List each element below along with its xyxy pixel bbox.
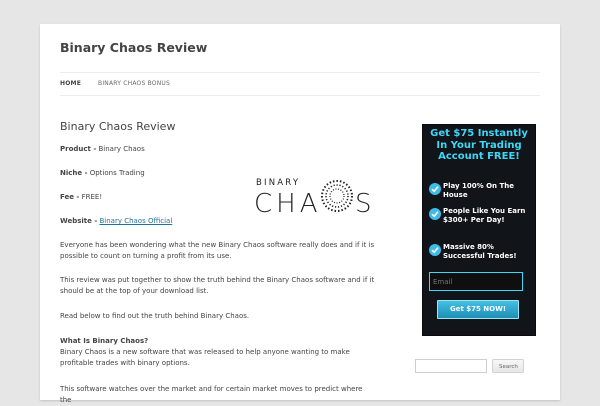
ad-get-75-button[interactable]: Get $75 NOW! — [437, 300, 519, 319]
ad-benefit-text: Play 100% On The House — [443, 182, 514, 199]
post-title: Binary Chaos Review — [60, 120, 176, 133]
post-content: Binary Chaos Review Product - Binary Cha… — [60, 120, 376, 404]
paragraph-5: This software watches over the market an… — [60, 385, 363, 404]
website-label: Website - — [60, 217, 98, 225]
logo-text-s: S — [355, 189, 372, 218]
search-button[interactable]: Search — [492, 359, 524, 373]
fee-label: Fee - — [60, 193, 80, 201]
paragraph-3: Read below to find out the truth behind … — [60, 312, 250, 320]
checkmark-icon — [429, 244, 441, 256]
product-line: Product - Binary Chaos — [60, 144, 376, 155]
binary-chaos-logo: BINARY CHA S — [254, 174, 374, 219]
ad-benefit-text: People Like You Earn $300+ Per Day! — [443, 207, 526, 224]
heading-what-is: What Is Binary Chaos? — [60, 337, 149, 345]
search-input[interactable] — [415, 359, 487, 373]
fee-value: FREE! — [81, 193, 103, 201]
ad-headline: Get $75 Instantly In Your Trading Accoun… — [430, 128, 528, 162]
page-container: Binary Chaos Review HOME BINARY CHAOS BO… — [40, 24, 560, 404]
nav-item-binary-chaos-bonus[interactable]: BINARY CHAOS BONUS — [98, 80, 170, 87]
product-value: Binary Chaos — [98, 145, 145, 153]
product-label: Product - — [60, 145, 97, 153]
niche-label: Niche - — [60, 169, 88, 177]
paragraph-1: Everyone has been wondering what the new… — [60, 241, 375, 260]
ad-email-input[interactable] — [429, 272, 523, 291]
niche-value: Options Trading — [89, 169, 145, 177]
what-is-section: What Is Binary Chaos? Binary Chaos is a … — [60, 336, 376, 369]
sidebar-ad-banner[interactable]: Get $75 Instantly In Your Trading Accoun… — [422, 124, 536, 336]
logo-text-cha: CHA — [254, 189, 322, 218]
site-title[interactable]: Binary Chaos Review — [60, 40, 207, 55]
checkmark-icon — [429, 183, 441, 195]
checkmark-icon — [429, 208, 441, 220]
paragraph-2: This review was put together to show the… — [60, 276, 375, 295]
logo-graphic: BINARY CHA S — [254, 178, 372, 219]
nav-item-home[interactable]: HOME — [60, 80, 81, 87]
logo-circle-o-icon — [321, 180, 353, 212]
paragraph-4: Binary Chaos is a new software that was … — [60, 348, 350, 367]
main-navigation: HOME BINARY CHAOS BONUS — [60, 72, 540, 96]
ad-benefit-text: Massive 80% Successful Trades! — [443, 243, 517, 260]
website-link[interactable]: Binary Chaos Official — [99, 217, 172, 225]
logo-text-binary: BINARY — [256, 178, 300, 188]
